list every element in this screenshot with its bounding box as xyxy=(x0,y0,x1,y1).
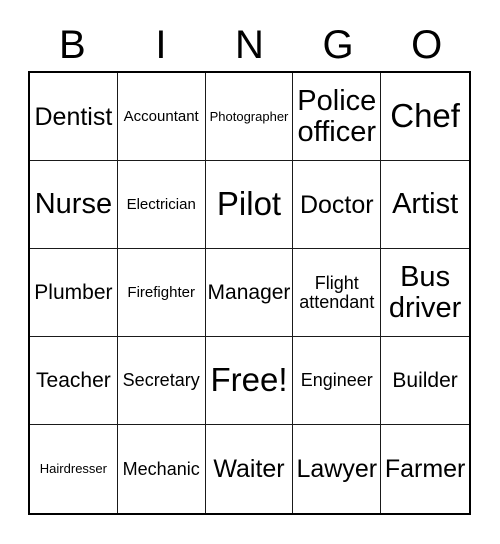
bingo-grid: Dentist Accountant Photographer Police offi… xyxy=(28,71,471,515)
bingo-cell[interactable]: Engineer xyxy=(293,337,382,425)
bingo-cell[interactable]: Firefighter xyxy=(117,249,206,337)
bingo-header-letter-i: I xyxy=(155,22,167,67)
bingo-cell[interactable]: Plumber xyxy=(30,249,118,337)
bingo-cell[interactable]: Electrician xyxy=(117,161,206,249)
bingo-cell-label: Builder xyxy=(392,368,458,392)
bingo-cell-label: Accountant xyxy=(123,107,199,125)
bingo-cell-label: Farmer xyxy=(384,455,466,483)
bingo-header-letter-n: N xyxy=(235,22,264,67)
bingo-cell-label: Bus driver xyxy=(388,261,462,324)
bingo-cell[interactable]: Secretary xyxy=(117,337,206,425)
bingo-cell[interactable]: Mechanic xyxy=(117,425,206,513)
bingo-cell-label: Mechanic xyxy=(122,458,200,479)
bingo-header-letter-b: B xyxy=(58,22,86,67)
bingo-cell[interactable]: Nurse xyxy=(30,161,118,249)
bingo-cell-label: Artist xyxy=(392,188,459,221)
bingo-cell-label: Photographer xyxy=(209,108,289,124)
bingo-header-letter-o: O xyxy=(411,22,443,67)
bingo-cell-label: Plumber xyxy=(34,280,113,304)
bingo-cell[interactable]: Flight attendant xyxy=(293,249,382,337)
bingo-cell[interactable]: Free! xyxy=(205,337,294,425)
bingo-cell[interactable]: Dentist xyxy=(30,73,118,161)
bingo-cell-label: Doctor xyxy=(299,190,374,219)
bingo-cell[interactable]: Police officer xyxy=(293,73,382,161)
bingo-cell[interactable]: Farmer xyxy=(381,425,469,513)
bingo-cell-label: Pilot xyxy=(216,185,282,223)
bingo-header-row: BINGO xyxy=(28,18,471,71)
bingo-cell-label: Police officer xyxy=(297,85,377,148)
bingo-cell-label: Firefighter xyxy=(127,283,195,301)
bingo-cell[interactable]: Photographer xyxy=(205,73,294,161)
bingo-cell[interactable]: Lawyer xyxy=(293,425,382,513)
bingo-cell-label: Free! xyxy=(210,361,288,399)
bingo-header-letter-g: G xyxy=(322,22,354,67)
bingo-cell-label: Secretary xyxy=(122,370,200,391)
bingo-cell-label: Electrician xyxy=(126,195,196,213)
bingo-cell[interactable]: Manager xyxy=(205,249,294,337)
bingo-card: B I N G O Dentist Accountant Photographer Polic… xyxy=(0,0,500,544)
bingo-cell[interactable]: Accountant xyxy=(117,73,206,161)
bingo-cell[interactable]: Hairdresser xyxy=(30,425,118,513)
bingo-cell-label: Flight attendant xyxy=(299,272,375,312)
bingo-cell-label: Hairdresser xyxy=(39,461,107,477)
bingo-cell[interactable]: Builder xyxy=(381,337,469,425)
bingo-cell-label: Chef xyxy=(390,97,460,135)
bingo-cell-label: Teacher xyxy=(36,368,111,392)
bingo-cell-label: Engineer xyxy=(300,370,373,391)
bingo-cell[interactable]: Pilot xyxy=(205,161,294,249)
bingo-cell-label: Waiter xyxy=(213,455,285,483)
bingo-cell[interactable]: Doctor xyxy=(293,161,382,249)
bingo-cell[interactable]: Teacher xyxy=(30,337,118,425)
bingo-cell[interactable]: Bus driver xyxy=(381,249,469,337)
bingo-cell[interactable]: Waiter xyxy=(205,425,294,513)
bingo-cell-label: Nurse xyxy=(34,188,113,221)
bingo-cell[interactable]: Artist xyxy=(381,161,469,249)
bingo-cell[interactable]: Chef xyxy=(381,73,469,161)
bingo-cell-label: Manager xyxy=(207,280,291,304)
bingo-cell-label: Lawyer xyxy=(296,455,378,483)
bingo-cell-label: Dentist xyxy=(34,102,113,131)
